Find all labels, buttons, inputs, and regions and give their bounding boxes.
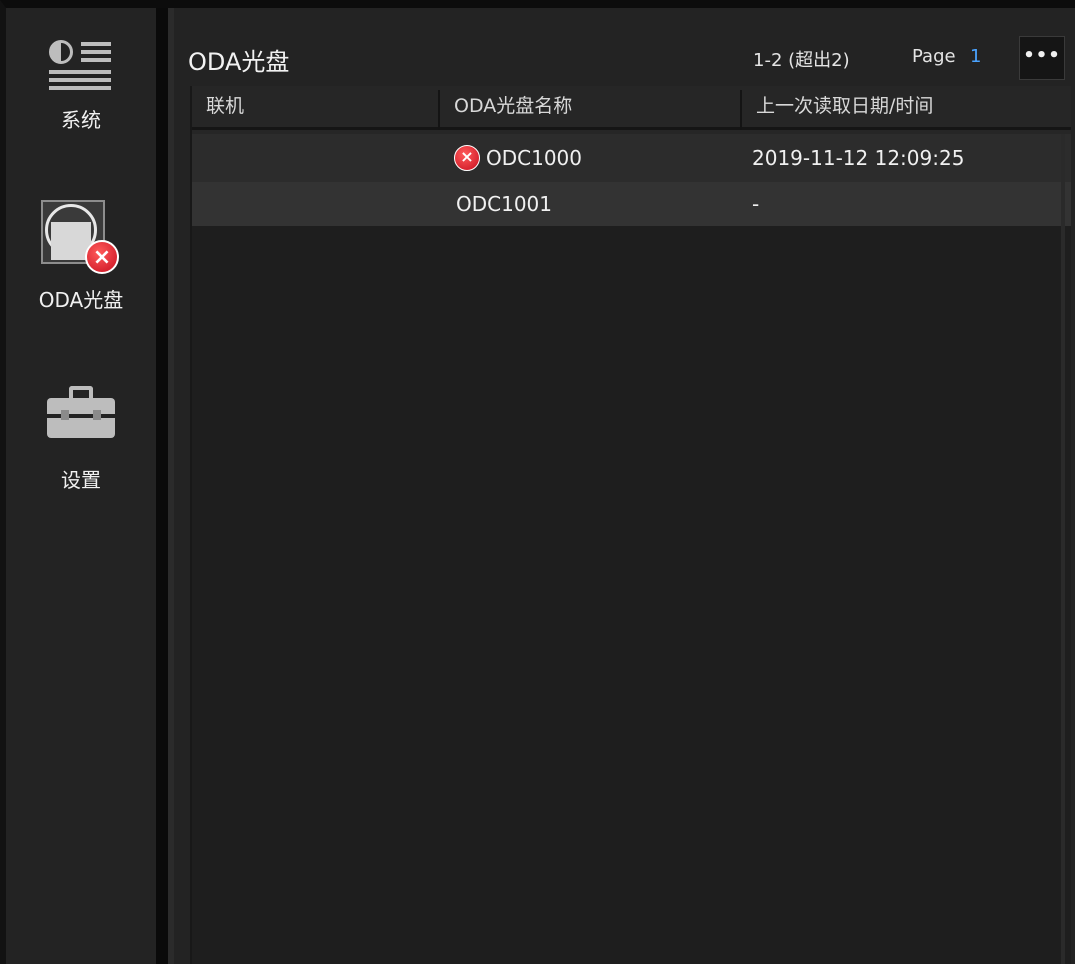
table-row[interactable]: × ODC1000 2019-11-12 12:09:25 [192,134,1071,182]
main-panel: ODA光盘 1-2 (超出2) Page 1 ••• 联机 ODA光盘名称 上一… [174,8,1075,964]
sidebar-item-settings[interactable]: 设置 [6,386,156,493]
cell-disc-name: × ODC1000 [454,134,744,182]
pager-page-number[interactable]: 1 [970,46,981,67]
disc-name-text: ODC1000 [486,146,583,170]
table-header: 联机 ODA光盘名称 上一次读取日期/时间 [192,86,1071,134]
cell-last-read: 2019-11-12 12:09:25 [752,146,965,170]
pager-range: 1-2 (超出2) [753,50,850,71]
column-header-online[interactable]: 联机 [192,86,438,130]
column-header-last-read[interactable]: 上一次读取日期/时间 [742,86,1071,130]
more-options-button[interactable]: ••• [1019,36,1065,80]
panel-divider[interactable] [156,8,168,964]
sidebar-item-oda-disc[interactable]: × ODA光盘 [6,198,156,313]
disc-error-icon: × [39,198,123,282]
cell-disc-name: ODC1001 [456,182,746,226]
table-row[interactable]: ODC1001 - [192,182,1071,226]
disc-table: 联机 ODA光盘名称 上一次读取日期/时间 × ODC1000 2019-11-… [190,86,1071,964]
disc-name-text: ODC1001 [456,192,553,216]
error-icon: × [454,145,480,171]
toolbox-icon [43,386,119,442]
cell-online [192,182,438,226]
sidebar-item-label: 设置 [61,468,101,492]
table-edge [1061,134,1065,964]
column-header-disc-name[interactable]: ODA光盘名称 [440,86,740,130]
sidebar-item-label: 系统 [61,108,101,132]
system-list-icon [45,36,117,98]
page-title: ODA光盘 [188,48,290,76]
pager-page-label: Page [912,46,956,67]
sidebar-item-system[interactable]: 系统 [6,36,156,133]
sidebar: 系统 × ODA光盘 设置 [6,8,156,964]
cell-online [192,134,438,182]
sidebar-item-label: ODA光盘 [38,288,124,312]
cell-last-read: - [752,192,760,216]
error-icon: × [85,240,119,274]
